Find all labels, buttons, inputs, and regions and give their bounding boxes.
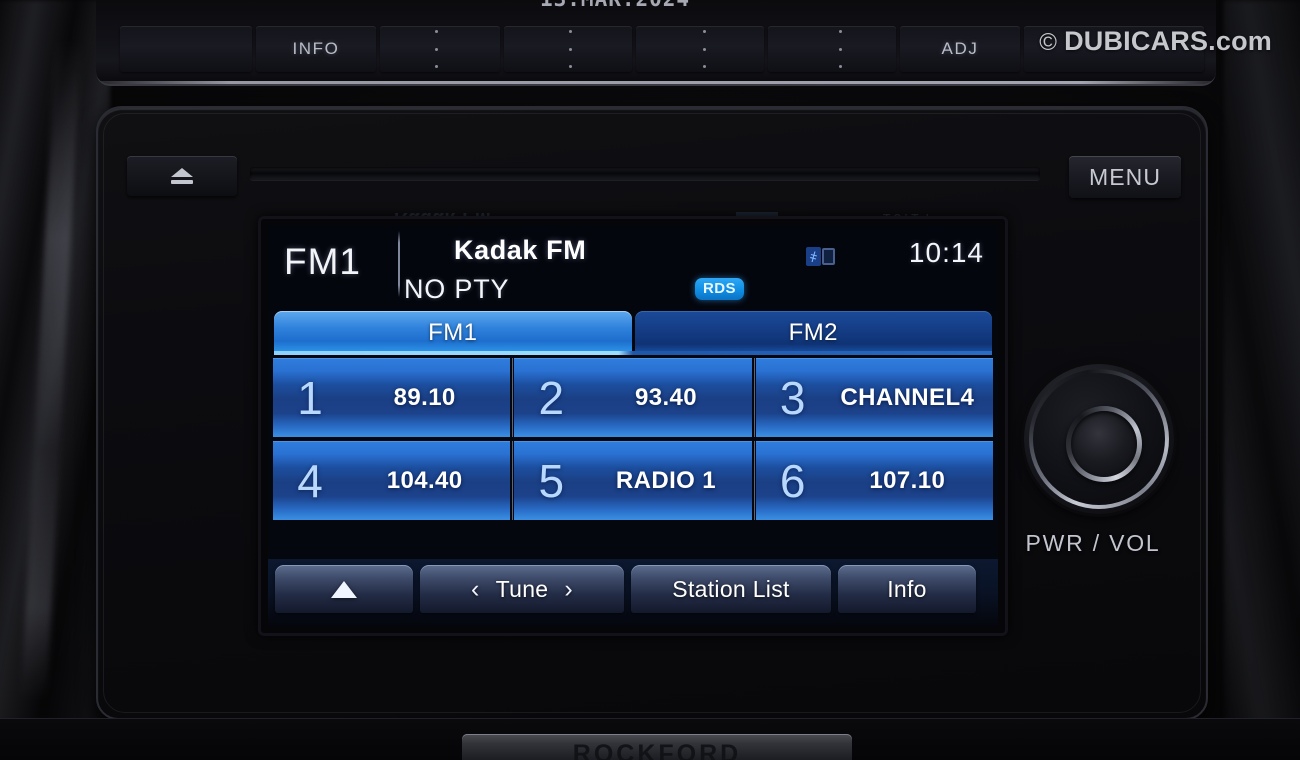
triangle-up-icon	[331, 580, 357, 598]
band-label: FM1	[284, 241, 361, 282]
hw-key-blank-5[interactable]	[768, 26, 896, 72]
header-divider	[398, 231, 400, 297]
preset-1-value: 89.10	[393, 383, 456, 411]
tab-fm2-label: FM2	[788, 319, 838, 346]
preset-button-5[interactable]: 5 RADIO 1	[512, 441, 752, 520]
preset-5-value: RADIO 1	[615, 466, 717, 494]
preset-3-number: 3	[779, 371, 806, 424]
lcd-screen: FM1 Kadak FM NO PTY RDS ҂ 10:14 FM1 FM2 …	[268, 225, 998, 627]
cd-slot	[250, 167, 1040, 180]
preset-button-4[interactable]: 4 104.40	[273, 441, 511, 520]
knob-label: PWR / VOL	[1025, 530, 1161, 556]
lcd-bezel: FM1 Kadak FM NO PTY RDS ҂ 10:14 FM1 FM2 …	[258, 216, 1008, 636]
preset-6-number: 6	[779, 454, 806, 507]
pty-text: NO PTY	[404, 274, 510, 304]
lower-trim: ROCKFORD	[0, 718, 1300, 760]
hw-key-blank-1[interactable]	[120, 26, 252, 72]
preset-4-value: 104.40	[386, 466, 463, 494]
preset-2-number: 2	[538, 371, 565, 424]
eject-button[interactable]	[127, 156, 237, 196]
menu-button-label: MENU	[1088, 163, 1162, 190]
preset-5-number: 5	[538, 454, 565, 507]
station-list-label: Station List	[672, 575, 790, 602]
power-volume-knob[interactable]: PWR / VOL	[1008, 364, 1178, 574]
clock: 10:14	[908, 237, 984, 268]
watermark-text: DUBICARS.com	[1064, 26, 1272, 56]
watermark: © DUBICARS.com	[1039, 26, 1272, 57]
tune-label: Tune	[495, 575, 549, 602]
rds-badge: RDS	[695, 278, 744, 300]
brand-plate: ROCKFORD	[462, 734, 852, 760]
preset-2-value: 93.40	[634, 383, 698, 411]
preset-button-1[interactable]: 1 89.10	[273, 358, 511, 437]
tab-fm2[interactable]: FM2	[634, 311, 992, 355]
scroll-up-button[interactable]	[275, 565, 413, 613]
brand-plate-label: ROCKFORD	[572, 740, 742, 760]
station-list-button[interactable]: Station List	[631, 565, 831, 613]
knob-outer-ring[interactable]	[1024, 364, 1174, 514]
screen-header: FM1 Kadak FM NO PTY RDS ҂ 10:14	[268, 225, 998, 311]
info-button[interactable]: Info	[838, 565, 976, 613]
band-tabs: FM1 FM2	[268, 311, 998, 355]
hw-key-dots-4	[836, 30, 844, 68]
hw-key-dots-3	[700, 30, 708, 68]
preset-3-value: CHANNEL4	[840, 383, 975, 411]
preset-button-3[interactable]: 3 CHANNEL4	[753, 358, 993, 437]
cluster-date-display: 13.MAR.2024	[540, 0, 790, 15]
preset-6-value: 107.10	[869, 466, 946, 494]
tune-control[interactable]: ‹ Tune ›	[420, 565, 624, 613]
info-label: Info	[887, 575, 927, 602]
hw-key-info[interactable]: INFO	[256, 26, 376, 72]
bluetooth-icon: ҂	[806, 246, 836, 267]
dashboard-gloss-right	[1224, 0, 1300, 760]
hw-key-dots-2	[566, 30, 574, 68]
tab-fm1[interactable]: FM1	[274, 311, 632, 355]
hw-key-info-label: INFO	[292, 39, 340, 58]
tab-underline	[274, 351, 992, 355]
soft-key-bar: ‹ Tune › Station List Info	[268, 559, 998, 627]
hw-key-dots-1	[432, 30, 440, 68]
preset-button-2[interactable]: 2 93.40	[512, 358, 752, 437]
station-name: Kadak FM	[454, 235, 587, 265]
menu-button[interactable]: MENU	[1069, 156, 1181, 198]
preset-1-number: 1	[297, 371, 323, 424]
knob-inner-ring[interactable]	[1066, 406, 1142, 482]
hw-key-adj-label: ADJ	[941, 39, 979, 58]
preset-4-number: 4	[297, 454, 323, 507]
preset-button-6[interactable]: 6 107.10	[753, 441, 993, 520]
knob-center-cap[interactable]	[1071, 411, 1137, 477]
hw-key-adj[interactable]: ADJ	[900, 26, 1020, 72]
preset-grid: 1 89.10 2 93.40 3 CHANNEL4 4 104.40 5 RA…	[268, 358, 998, 520]
screenshot-root: INFO ADJ 13.MAR.2024 © DUBICARS.com MENU	[0, 0, 1300, 760]
hw-key-blank-2[interactable]	[380, 26, 500, 72]
chevron-right-icon[interactable]: ›	[564, 575, 573, 604]
eject-icon	[171, 168, 193, 184]
head-unit-body: MENU Kadak FM 10:14 FM1 Kadak FM NO PTY …	[96, 106, 1208, 720]
chevron-left-icon[interactable]: ‹	[471, 575, 480, 604]
watermark-copyright-symbol: ©	[1039, 29, 1058, 56]
tab-fm1-label: FM1	[428, 319, 478, 346]
